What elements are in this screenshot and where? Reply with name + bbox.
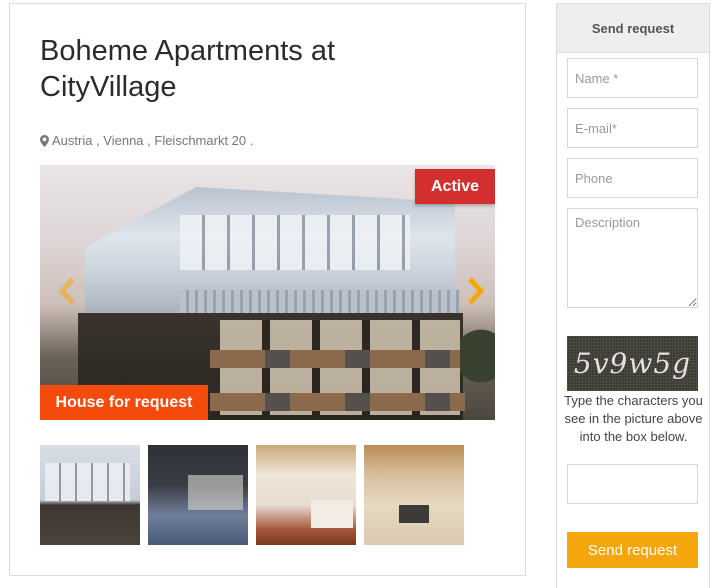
request-form-header: Send request <box>557 4 709 53</box>
slide-image-balcony <box>210 393 465 411</box>
status-badge: Active <box>415 169 495 204</box>
house-for-request-badge: House for request <box>40 385 208 420</box>
name-input[interactable] <box>567 58 698 98</box>
chevron-left-icon <box>58 277 75 305</box>
listing-address: Austria , Vienna , Fleischmarkt 20 . <box>40 133 253 148</box>
phone-input[interactable] <box>567 158 698 198</box>
captcha-image: 5v9w5g <box>567 336 698 391</box>
slide-image-tree <box>460 320 495 410</box>
listing-card: Boheme Apartments at CityVillage Austria… <box>9 3 526 576</box>
slider-next-button[interactable] <box>465 273 487 309</box>
slide-image-balcony <box>210 350 465 368</box>
thumbnail-strip <box>40 445 464 545</box>
image-slider[interactable]: Active House for request <box>40 165 495 420</box>
thumbnail-2[interactable] <box>148 445 248 545</box>
slider-prev-button[interactable] <box>56 273 78 309</box>
chevron-right-icon <box>468 277 485 305</box>
thumbnail-3[interactable] <box>256 445 356 545</box>
thumbnail-4[interactable] <box>364 445 464 545</box>
slide-image-terrace <box>180 290 460 314</box>
map-marker-icon <box>40 134 49 147</box>
description-textarea[interactable] <box>567 208 698 308</box>
email-input[interactable] <box>567 108 698 148</box>
address-text: Austria , Vienna , Fleischmarkt 20 . <box>52 133 254 148</box>
thumbnail-1[interactable] <box>40 445 140 545</box>
send-request-button[interactable]: Send request <box>567 532 698 568</box>
captcha-input[interactable] <box>567 464 698 504</box>
request-form-panel: Send request 5v9w5g Type the characters … <box>556 3 710 588</box>
captcha-instructions: Type the characters you see in the pictu… <box>564 393 703 444</box>
slide-image-windows <box>180 215 410 270</box>
listing-title: Boheme Apartments at CityVillage <box>40 35 335 103</box>
